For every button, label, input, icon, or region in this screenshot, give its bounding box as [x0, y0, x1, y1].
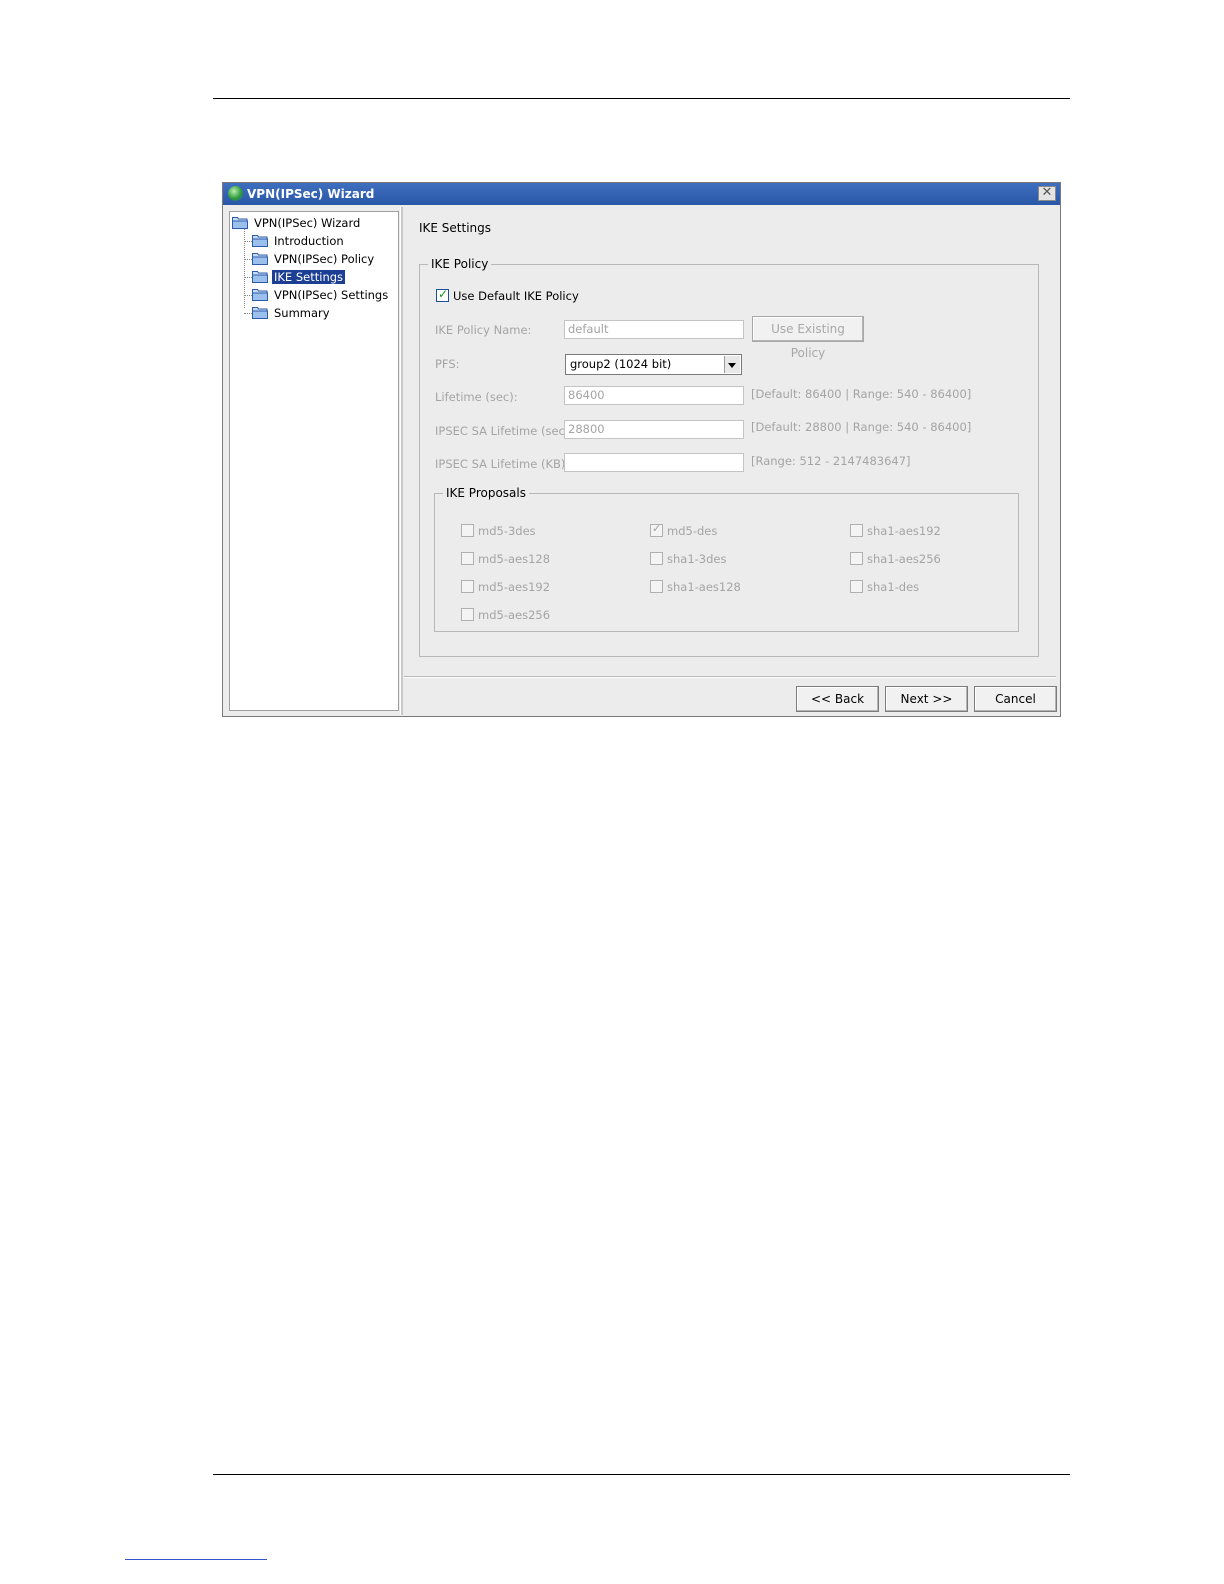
pfs-label: PFS: — [435, 357, 460, 371]
tree-item-label: Summary — [274, 306, 330, 320]
folder-icon — [252, 306, 268, 319]
policy-name-field[interactable]: default — [564, 320, 744, 339]
proposal-label: sha1-aes256 — [867, 552, 941, 566]
footer-link-underline — [125, 1559, 267, 1560]
tree-branch — [244, 277, 252, 278]
folder-icon — [252, 270, 268, 283]
folder-icon — [252, 252, 268, 265]
sa-lifetime-hint: [Default: 28800 | Range: 540 - 86400] — [751, 420, 972, 434]
chevron-down-icon[interactable] — [724, 356, 740, 373]
proposal-checkbox[interactable] — [461, 580, 474, 593]
page-title: IKE Settings — [419, 221, 492, 235]
proposal-checkbox[interactable] — [850, 552, 863, 565]
use-default-ike-label: Use Default IKE Policy — [453, 289, 579, 303]
header-rule — [213, 98, 1070, 99]
folder-icon — [252, 288, 268, 301]
folder-icon — [252, 234, 268, 247]
proposal-checkbox[interactable] — [650, 552, 663, 565]
sa-lifetime-field[interactable]: 28800 — [564, 420, 744, 439]
globe-icon — [228, 186, 243, 201]
proposal-label: md5-des — [667, 524, 718, 538]
tree-branch — [244, 313, 252, 314]
proposal-label: md5-aes256 — [478, 608, 551, 622]
panel-splitter[interactable] — [400, 207, 403, 715]
tree-root-label: VPN(IPSec) Wizard — [254, 216, 361, 230]
proposal-checkbox[interactable] — [850, 524, 863, 537]
sa-kb-label: IPSEC SA Lifetime (KB): — [435, 457, 570, 471]
back-button[interactable]: << Back — [796, 686, 879, 712]
proposal-checkbox[interactable] — [850, 580, 863, 593]
tree-item-vpn-policy[interactable]: VPN(IPSec) Policy — [252, 251, 376, 267]
window-title: VPN(IPSec) Wizard — [247, 187, 375, 201]
vpn-wizard-window: VPN(IPSec) Wizard ✕ VPN(IPSec) Wizard In… — [222, 182, 1061, 717]
tree-item-label: IKE Settings — [272, 270, 346, 284]
use-default-ike-checkbox[interactable] — [436, 287, 449, 302]
title-bar[interactable]: VPN(IPSec) Wizard ✕ — [223, 183, 1060, 205]
proposal-checkbox[interactable] — [461, 608, 474, 621]
pfs-value: group2 (1024 bit) — [570, 357, 672, 371]
lifetime-field[interactable]: 86400 — [564, 386, 744, 405]
cancel-button[interactable]: Cancel — [974, 686, 1057, 712]
close-icon[interactable]: ✕ — [1038, 186, 1056, 201]
proposal-checkbox[interactable] — [461, 524, 474, 537]
proposal-label: md5-3des — [478, 524, 536, 538]
lifetime-label: Lifetime (sec): — [435, 390, 518, 404]
policy-name-label: IKE Policy Name: — [435, 323, 532, 337]
tree-item-label: VPN(IPSec) Policy — [274, 252, 375, 266]
wizard-tree: VPN(IPSec) Wizard Introduction VPN(IPSec… — [229, 211, 399, 711]
ike-proposals-legend: IKE Proposals — [446, 486, 526, 500]
tree-item-summary[interactable]: Summary — [252, 305, 332, 321]
tree-item-label: VPN(IPSec) Settings — [274, 288, 389, 302]
footer-rule — [213, 1474, 1070, 1475]
next-button[interactable]: Next >> — [885, 686, 968, 712]
sa-lifetime-label: IPSEC SA Lifetime (sec): — [435, 424, 574, 438]
tree-item-label: Introduction — [274, 234, 344, 248]
proposal-label: sha1-aes128 — [667, 580, 741, 594]
tree-branch — [244, 259, 252, 260]
tree-root[interactable]: VPN(IPSec) Wizard — [232, 215, 362, 231]
proposal-label: sha1-aes192 — [867, 524, 941, 538]
proposal-checkbox[interactable] — [461, 552, 474, 565]
tree-connector — [244, 228, 245, 308]
proposal-label: sha1-des — [867, 580, 920, 594]
sa-kb-field[interactable] — [564, 453, 744, 472]
proposal-label: md5-aes192 — [478, 580, 551, 594]
tree-item-ike-settings[interactable]: IKE Settings — [252, 269, 346, 285]
use-existing-policy-button[interactable]: Use Existing Policy — [752, 316, 864, 360]
pfs-select[interactable]: group2 (1024 bit) — [565, 354, 742, 375]
proposal-checkbox[interactable] — [650, 580, 663, 593]
lifetime-hint: [Default: 86400 | Range: 540 - 86400] — [751, 387, 972, 401]
sa-kb-hint: [Range: 512 - 2147483647] — [751, 454, 911, 468]
tree-item-vpn-settings[interactable]: VPN(IPSec) Settings — [252, 287, 390, 303]
proposal-label: sha1-3des — [667, 552, 727, 566]
ike-policy-legend: IKE Policy — [431, 257, 489, 271]
tree-branch — [244, 241, 252, 242]
tree-item-introduction[interactable]: Introduction — [252, 233, 346, 249]
proposal-checkbox[interactable] — [650, 522, 663, 537]
folder-icon — [232, 216, 248, 229]
button-bar-divider — [404, 676, 1056, 678]
proposal-label: md5-aes128 — [478, 552, 551, 566]
tree-branch — [244, 295, 252, 296]
